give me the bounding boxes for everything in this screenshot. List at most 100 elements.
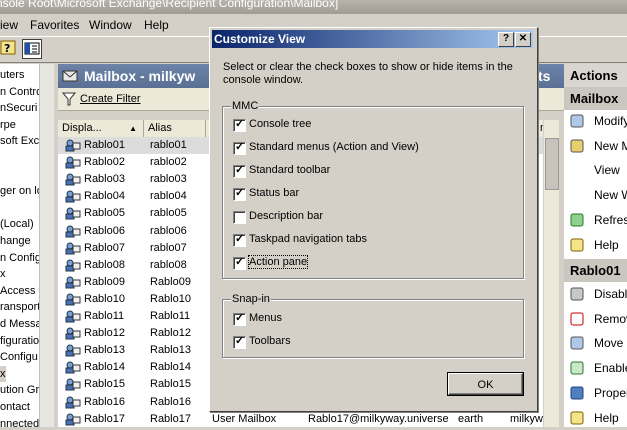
action-label: Remov bbox=[594, 311, 627, 326]
user-mailbox-icon bbox=[65, 190, 81, 203]
cell-alias: Rablo11 bbox=[150, 310, 191, 322]
cell-recipient-type: User Mailbox bbox=[212, 412, 277, 425]
checkmark-icon: ✓ bbox=[235, 256, 245, 268]
user-mailbox-icon bbox=[65, 139, 81, 152]
tree-item[interactable]: (Local) bbox=[0, 216, 34, 232]
table-row[interactable]: Rablo17 Rablo17 User Mailbox Rablo17@milkyw… bbox=[58, 411, 558, 428]
action-item[interactable]: View bbox=[564, 158, 627, 182]
remove-icon bbox=[570, 312, 584, 326]
tree-item[interactable]: ransport bbox=[0, 299, 40, 315]
checkbox-option[interactable]: ✓ Taskpad navigation tabs bbox=[233, 233, 513, 249]
mailbox-pane-title-suffix: ts bbox=[538, 68, 551, 84]
tree-item[interactable]: Access bbox=[0, 283, 35, 299]
action-item[interactable]: Help bbox=[564, 406, 627, 430]
checkbox[interactable]: ✓ bbox=[233, 233, 246, 247]
action-label: Proper bbox=[594, 385, 627, 400]
checkbox-label: Description bar bbox=[249, 210, 323, 222]
cell-display-name: Rablo17 bbox=[84, 412, 125, 425]
tree-scrollbar[interactable] bbox=[39, 64, 54, 427]
cell-display-name: Rablo11 bbox=[84, 310, 125, 322]
checkbox-option[interactable]: ✓ Status bar bbox=[233, 187, 513, 203]
checkmark-icon: ✓ bbox=[235, 312, 245, 324]
action-label: Help bbox=[594, 237, 619, 252]
checkmark-icon: ✓ bbox=[235, 187, 245, 199]
ok-button[interactable]: OK bbox=[448, 373, 523, 395]
menu-help[interactable]: Help bbox=[144, 18, 169, 32]
checkbox-option[interactable]: ✓ Menus bbox=[233, 312, 513, 328]
cell-alias: rablo01 bbox=[150, 139, 187, 151]
checkbox-option[interactable]: ✓ Toolbars bbox=[233, 335, 513, 351]
action-item[interactable]: Enable bbox=[564, 356, 627, 380]
create-filter-link[interactable]: Create Filter bbox=[80, 93, 141, 105]
action-item[interactable]: New M bbox=[564, 134, 627, 158]
list-vertical-scrollbar[interactable] bbox=[543, 120, 559, 427]
action-item[interactable]: Disable bbox=[564, 282, 627, 306]
menu-favorites[interactable]: Favorites bbox=[30, 18, 79, 32]
cell-alias: Rablo15 bbox=[150, 378, 191, 391]
column-header-alias[interactable]: Alias bbox=[144, 120, 206, 137]
action-item[interactable]: Modify bbox=[564, 109, 627, 133]
tree-item[interactable]: nnected bbox=[0, 416, 39, 427]
menu-window[interactable]: Window bbox=[89, 18, 132, 32]
checkbox[interactable]: ✓ bbox=[233, 256, 246, 270]
checkbox[interactable]: ✓ bbox=[233, 312, 246, 326]
action-item[interactable]: Move M bbox=[564, 331, 627, 355]
action-item[interactable]: Remov bbox=[564, 307, 627, 331]
dialog-help-button[interactable]: ? bbox=[498, 32, 514, 47]
checkmark-icon: ✓ bbox=[235, 118, 245, 130]
tree-item[interactable]: Configu bbox=[0, 349, 38, 365]
checkbox[interactable]: ✓ bbox=[233, 164, 246, 178]
column-header-display-name[interactable]: Displa... ▲ bbox=[58, 120, 144, 137]
cell-display-name: Rablo08 bbox=[84, 258, 125, 271]
checkbox-option[interactable]: Description bar bbox=[233, 210, 513, 226]
action-item[interactable]: New W bbox=[564, 183, 627, 207]
action-label: Disable bbox=[594, 287, 627, 301]
action-item[interactable]: Proper bbox=[564, 381, 627, 405]
checkbox[interactable]: ✓ bbox=[233, 187, 246, 201]
user-mailbox-icon bbox=[65, 310, 81, 323]
user-mailbox-icon bbox=[65, 396, 81, 408]
show-hide-console-tree-icon[interactable] bbox=[22, 39, 42, 59]
tree-item[interactable]: x bbox=[0, 266, 6, 282]
checkbox-option[interactable]: ✓ Action pane bbox=[233, 255, 513, 272]
action-label: New W bbox=[594, 188, 627, 203]
checkbox[interactable] bbox=[233, 211, 246, 224]
checkbox-option[interactable]: ✓ Console tree bbox=[233, 118, 513, 134]
filter-icon bbox=[62, 92, 76, 106]
tree-item[interactable]: n Contro bbox=[0, 84, 42, 100]
tree-item[interactable]: ontact bbox=[0, 399, 30, 415]
checkbox-option[interactable]: ✓ Standard toolbar bbox=[233, 164, 513, 180]
checkmark-icon: ✓ bbox=[235, 141, 245, 153]
cell-alias: rablo07 bbox=[150, 241, 187, 254]
checkbox[interactable]: ✓ bbox=[233, 141, 246, 155]
checkbox[interactable]: ✓ bbox=[233, 118, 246, 132]
action-item[interactable]: Refresh bbox=[564, 208, 627, 232]
dialog-close-button[interactable]: ✕ bbox=[515, 32, 531, 47]
cell-display-name: Rablo09 bbox=[84, 275, 125, 288]
cell-alias: rablo08 bbox=[150, 258, 187, 271]
tree-item[interactable]: rpe bbox=[0, 117, 16, 133]
user-mailbox-icon bbox=[65, 344, 81, 357]
cell-email: Rablo17@milkyway.universe bbox=[308, 412, 449, 425]
cell-display-name: Rablo01 bbox=[84, 139, 125, 151]
checkbox-option[interactable]: ✓ Standard menus (Action and View) bbox=[233, 141, 513, 157]
scrollbar-thumb[interactable] bbox=[545, 138, 559, 190]
user-mailbox-icon bbox=[65, 207, 81, 220]
tree-item[interactable]: hange bbox=[0, 233, 31, 249]
help-topics-icon[interactable]: ? bbox=[0, 39, 18, 57]
menu-view[interactable]: iew bbox=[0, 18, 18, 32]
cell-display-name: Rablo16 bbox=[84, 395, 125, 408]
tree-item[interactable]: x bbox=[0, 365, 6, 382]
dialog-title: Customize View bbox=[214, 32, 306, 46]
actions-section-rablo01: Rablo01 bbox=[564, 259, 627, 282]
tree-item[interactable]: uters bbox=[0, 67, 24, 83]
move-mailbox-icon bbox=[570, 336, 584, 350]
modify-icon bbox=[570, 114, 584, 128]
checkbox-label: Console tree bbox=[249, 118, 312, 130]
action-label: Modify bbox=[594, 114, 627, 128]
action-item[interactable]: Help bbox=[564, 233, 627, 257]
checkbox[interactable]: ✓ bbox=[233, 335, 246, 349]
checkbox-label: Menus bbox=[249, 312, 283, 324]
tree-item[interactable]: nSecuri bbox=[0, 100, 37, 116]
sort-ascending-icon: ▲ bbox=[129, 124, 137, 133]
